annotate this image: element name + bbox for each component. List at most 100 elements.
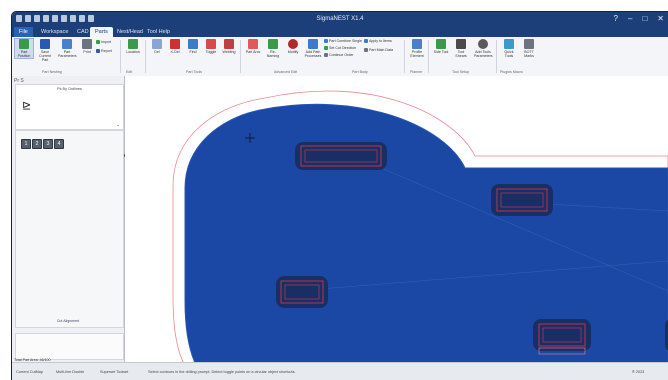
import-button[interactable]: Import: [96, 40, 111, 45]
panel-button-4[interactable]: 4: [54, 139, 64, 149]
add-path-button[interactable]: Add Path Processes: [304, 39, 322, 58]
tab-workspace[interactable]: Workspace: [36, 27, 73, 37]
ribbon-tabs: File Workspace CAD Parts Nest/Head Tool …: [12, 26, 668, 37]
tab-file[interactable]: File: [14, 27, 33, 37]
cutout-hole[interactable]: [276, 276, 328, 308]
application-window: SigmaNEST X1.4 ? – □ ✕ File Workspace CA…: [12, 12, 668, 380]
cutout-hole[interactable]: [491, 184, 553, 216]
group-label: Plugins Macro: [500, 70, 523, 74]
part-parameters-icon: [62, 39, 72, 49]
cut-direction-item[interactable]: Set Cut Direction: [324, 46, 356, 51]
report-button[interactable]: Report: [96, 49, 112, 54]
tool-shears-icon: [456, 39, 466, 49]
add-tools-button[interactable]: Add Tools Parameters: [474, 39, 493, 58]
panel-header: Pk By Outlines: [57, 87, 82, 91]
minimize-button[interactable]: –: [628, 14, 632, 23]
status-cutmap: Current CutMap: [16, 370, 44, 374]
part-arcs-icon: [248, 39, 258, 49]
drawing-canvas[interactable]: [125, 76, 668, 362]
bott-marks-icon: [524, 39, 534, 49]
delete-button[interactable]: Del: [148, 39, 166, 54]
profile-element-button[interactable]: Profile Element: [408, 39, 426, 58]
status-multiline: Multi-line Double: [56, 370, 85, 374]
combine-icon: [324, 39, 328, 44]
continue-order-item[interactable]: Continue Order: [324, 53, 354, 58]
direction-icon: [324, 46, 328, 51]
ribbon-toolbar: Part Position Save Current Part Part Par…: [12, 37, 668, 77]
print-button[interactable]: Print: [78, 39, 96, 54]
tool-shears-button[interactable]: Tool Shears: [452, 39, 470, 58]
side-tool-button[interactable]: Side Tool: [432, 39, 450, 54]
welding-icon: [224, 39, 234, 49]
part-main-data-item[interactable]: Part Main Data: [364, 48, 393, 53]
group-label: Part Nesting: [42, 70, 62, 74]
part-parameters-button[interactable]: Part Parameters: [58, 39, 77, 58]
apply-items-item[interactable]: Apply to Items: [364, 39, 392, 44]
part-preview-icon: ⊵: [22, 100, 32, 112]
modify-button[interactable]: Modify: [284, 39, 302, 54]
cutout-hole[interactable]: [533, 319, 591, 355]
group-label: Advanced Edit: [274, 70, 298, 74]
group-label: Part Body: [352, 70, 368, 74]
group-label: Planner: [410, 70, 423, 74]
order-icon: [324, 53, 328, 58]
delete-icon: [152, 39, 162, 49]
report-icon: [96, 49, 100, 54]
renaming-icon: [268, 39, 278, 49]
left-panel: Pr S Pk By Outlines ⊵ ⌄ 1 2 3 4 Cut Alig…: [12, 76, 125, 362]
apply-icon: [364, 39, 368, 44]
help-button[interactable]: ?: [614, 14, 618, 23]
modify-icon: [288, 39, 298, 49]
status-toolset: Superset Toolset: [100, 370, 129, 374]
group-label: Part Tools: [186, 70, 202, 74]
group-separator: [404, 40, 405, 73]
window-title: SigmaNEST X1.4: [316, 16, 364, 22]
x-delete-icon: [170, 39, 180, 49]
toggle-button[interactable]: Toggle: [202, 39, 220, 54]
close-button[interactable]: ✕: [657, 14, 664, 23]
group-separator: [428, 40, 429, 73]
part-body: [184, 103, 668, 362]
part-arcs-button[interactable]: Part Arcs: [244, 39, 262, 54]
save-icon: [40, 39, 50, 49]
data-icon: [364, 48, 368, 53]
status-copyright: ® 2023: [632, 370, 645, 374]
group-separator: [145, 40, 146, 73]
add-path-icon: [308, 39, 318, 49]
location-icon: [128, 39, 138, 49]
part-combine-item[interactable]: Part Combine Single: [324, 39, 362, 44]
part-position-icon: [19, 39, 29, 49]
status-bar: Current CutMap Multi-line Double Superse…: [12, 362, 668, 380]
panel-button-2[interactable]: 2: [32, 139, 42, 149]
cutout-hole[interactable]: [295, 142, 387, 170]
part-drawing: [172, 90, 668, 362]
panel-button-group: 1 2 3 4: [21, 139, 64, 149]
import-icon: [96, 40, 100, 45]
tab-parts[interactable]: Parts: [90, 27, 113, 37]
panel-button-1[interactable]: 1: [21, 139, 31, 149]
group-separator: [120, 40, 121, 73]
print-icon: [82, 39, 92, 49]
toggle-icon: [206, 39, 216, 49]
part-outline-box: Pk By Outlines ⊵: [15, 84, 124, 130]
maximize-button[interactable]: □: [642, 14, 647, 23]
group-separator: [496, 40, 497, 73]
chevron-down-icon[interactable]: ⌄: [116, 122, 120, 128]
save-part-button[interactable]: Save Current Part: [36, 39, 54, 62]
panel-bottom-box: [15, 333, 124, 360]
panel-content: 1 2 3 4: [15, 130, 124, 328]
panel-button-3[interactable]: 3: [43, 139, 53, 149]
bott-marks-button[interactable]: BOTT Marks: [520, 39, 538, 58]
x-delete-button[interactable]: X-Del: [166, 39, 184, 54]
find-icon: [188, 39, 198, 49]
quick-tools-button[interactable]: Quick Tools: [500, 39, 518, 58]
find-button[interactable]: Find: [184, 39, 202, 54]
quick-tools-icon: [504, 39, 514, 49]
welding-button[interactable]: Welding: [220, 39, 238, 54]
tab-tool-help[interactable]: Tool Help: [142, 27, 175, 37]
group-label: Edit: [126, 70, 133, 74]
cut-alignment-link[interactable]: Cut Alignment: [12, 319, 124, 323]
renaming-button[interactable]: Re-Naming: [264, 39, 282, 58]
part-position-button[interactable]: Part Position: [14, 38, 34, 59]
location-button[interactable]: Location: [124, 39, 142, 54]
